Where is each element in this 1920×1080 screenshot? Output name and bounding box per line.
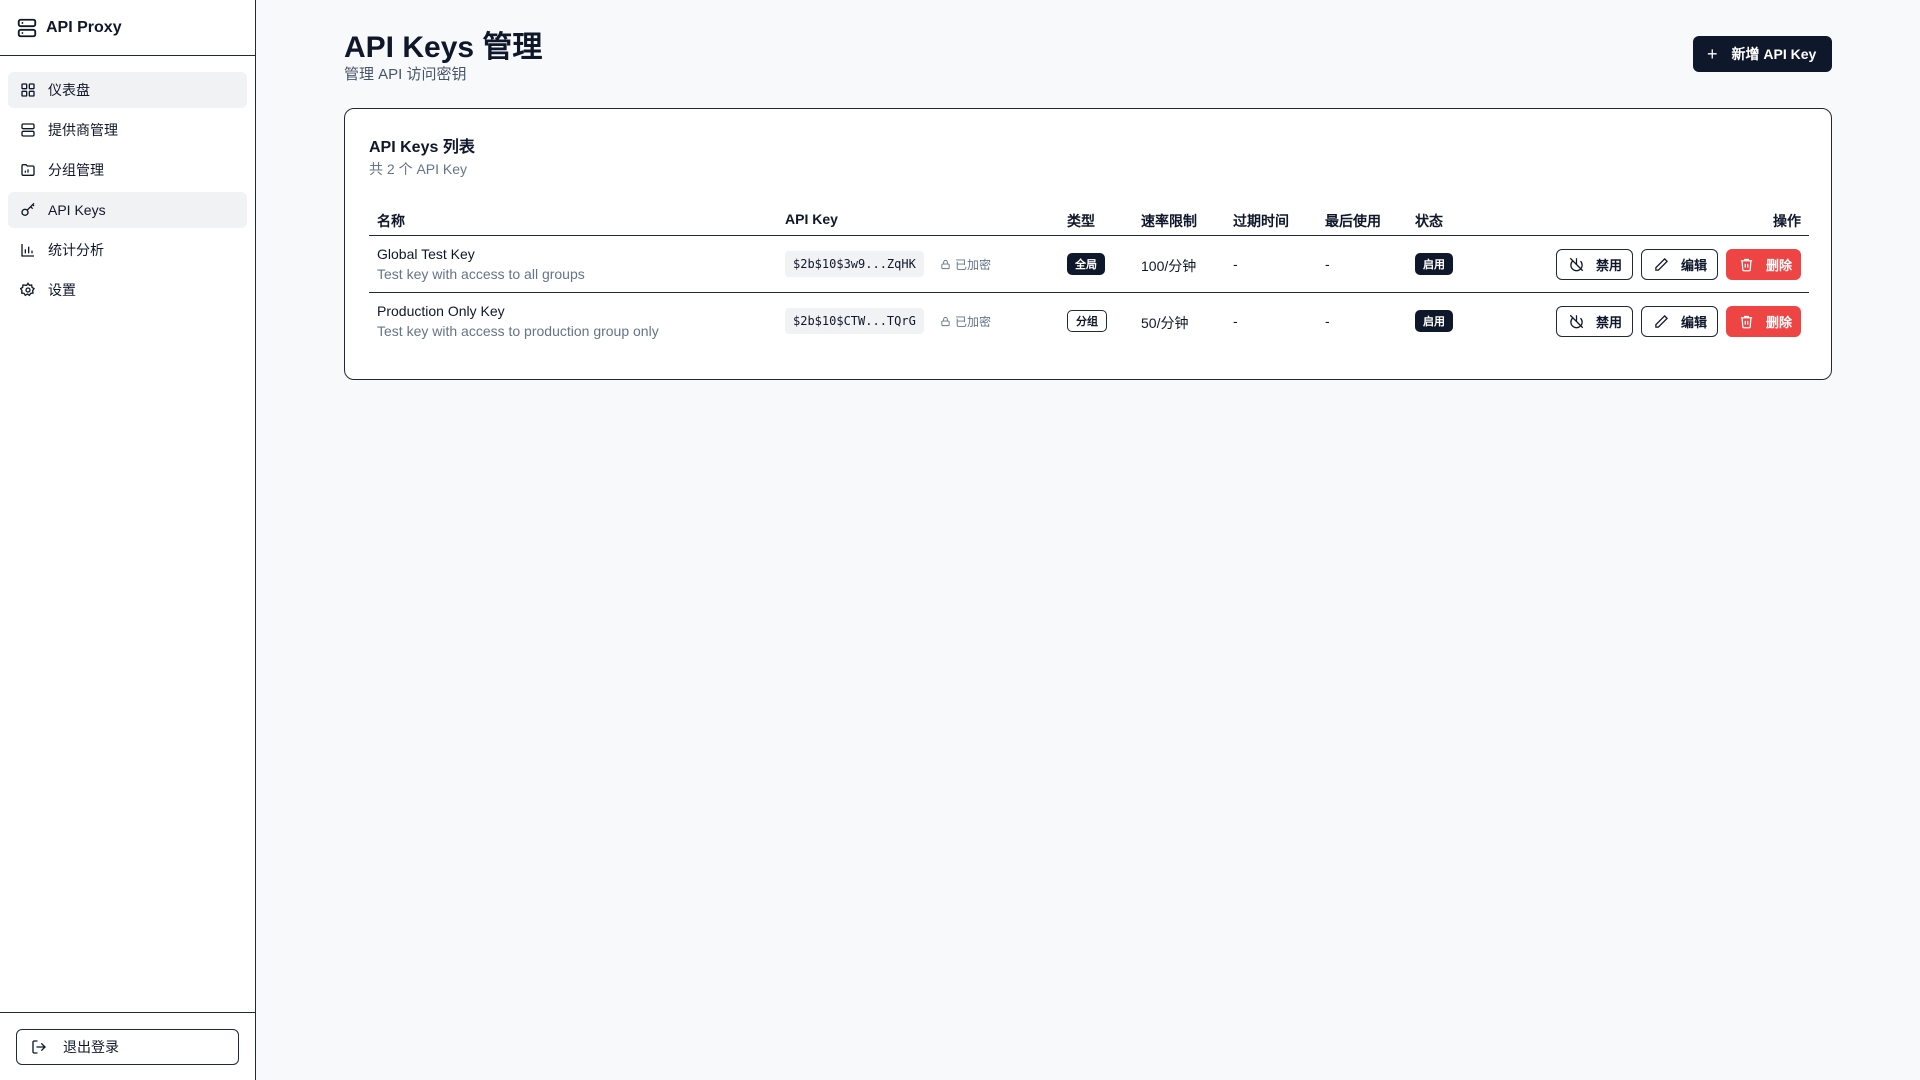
key-icon xyxy=(20,202,36,218)
sidebar-item-label: 统计分析 xyxy=(48,242,104,258)
add-api-key-button[interactable]: + 新增 API Key xyxy=(1693,36,1832,72)
rate-limit: 50/分钟 xyxy=(1141,315,1189,331)
sidebar: API Proxy 仪表盘 提供商管理 分组管理 API Keys 统计分析 设… xyxy=(0,0,256,1080)
brand[interactable]: API Proxy xyxy=(0,0,255,56)
brand-title: API Proxy xyxy=(46,18,122,36)
key-description: Test key with access to production group… xyxy=(377,323,659,339)
encrypted-text: 已加密 xyxy=(955,315,992,329)
disable-label: 禁用 xyxy=(1596,315,1623,330)
sidebar-footer: 退出登录 xyxy=(0,1012,255,1080)
card-title: API Keys 列表 xyxy=(369,139,475,156)
disable-button[interactable]: 禁用 xyxy=(1556,249,1633,280)
encrypted-label: 已加密 xyxy=(940,313,991,330)
column-header-key: API Key xyxy=(785,211,838,227)
encrypted-label: 已加密 xyxy=(940,256,991,273)
logout-button[interactable]: 退出登录 xyxy=(16,1029,239,1065)
encrypted-text: 已加密 xyxy=(955,258,992,272)
sidebar-item-label: API Keys xyxy=(48,202,106,218)
trash-icon xyxy=(1740,315,1753,329)
expires-at: - xyxy=(1233,313,1238,329)
sidebar-item-providers[interactable]: 提供商管理 xyxy=(8,112,247,148)
key-name: Production Only Key xyxy=(377,303,505,319)
type-badge: 全局 xyxy=(1067,253,1105,275)
logout-icon xyxy=(31,1039,47,1055)
sidebar-item-dashboard[interactable]: 仪表盘 xyxy=(8,72,247,108)
column-header-status: 状态 xyxy=(1415,213,1443,229)
column-header-expires: 过期时间 xyxy=(1233,213,1289,229)
page-subtitle: 管理 API 访问密钥 xyxy=(344,66,467,83)
edit-label: 编辑 xyxy=(1681,258,1708,273)
folder-icon xyxy=(20,162,36,178)
edit-button[interactable]: 编辑 xyxy=(1641,306,1718,337)
delete-button[interactable]: 删除 xyxy=(1726,249,1801,280)
sidebar-item-label: 设置 xyxy=(48,282,76,298)
pencil-icon xyxy=(1655,314,1669,328)
server-icon xyxy=(16,17,38,39)
sidebar-item-label: 分组管理 xyxy=(48,162,104,178)
type-badge: 分组 xyxy=(1067,310,1107,332)
api-keys-table: 名称 API Key 类型 速率限制 过期时间 最后使用 状态 操作 Globa… xyxy=(369,201,1809,350)
delete-label: 删除 xyxy=(1766,315,1793,330)
key-description: Test key with access to all groups xyxy=(377,266,585,282)
add-api-key-label: 新增 API Key xyxy=(1731,46,1817,62)
lock-icon xyxy=(941,316,950,327)
sidebar-item-api-keys[interactable]: API Keys xyxy=(8,192,247,228)
disable-button[interactable]: 禁用 xyxy=(1556,306,1633,337)
column-header-rate: 速率限制 xyxy=(1141,213,1197,229)
trash-icon xyxy=(1740,258,1753,272)
page-title: API Keys 管理 xyxy=(344,31,543,64)
power-off-icon xyxy=(1569,314,1584,329)
table-row: Global Test Key Test key with access to … xyxy=(369,236,1809,293)
dashboard-icon xyxy=(20,82,36,98)
last-used: - xyxy=(1325,313,1330,329)
card-count: 共 2 个 API Key xyxy=(369,161,468,177)
server-icon xyxy=(20,122,36,138)
api-keys-card: API Keys 列表 共 2 个 API Key 名称 API Key 类型 … xyxy=(344,108,1832,380)
sidebar-item-label: 提供商管理 xyxy=(48,122,118,138)
bar-chart-icon xyxy=(20,242,36,258)
rate-limit: 100/分钟 xyxy=(1141,258,1197,274)
lock-icon xyxy=(941,259,950,270)
api-key-value: $2b$10$CTW...TQrG xyxy=(785,308,924,334)
sidebar-item-stats[interactable]: 统计分析 xyxy=(8,232,247,268)
column-header-type: 类型 xyxy=(1067,213,1095,229)
sidebar-item-groups[interactable]: 分组管理 xyxy=(8,152,247,188)
plus-icon: + xyxy=(1707,44,1718,64)
delete-button[interactable]: 删除 xyxy=(1726,306,1801,337)
pencil-icon xyxy=(1655,257,1669,271)
status-badge: 启用 xyxy=(1415,310,1453,332)
sidebar-item-label: 仪表盘 xyxy=(48,82,90,98)
edit-button[interactable]: 编辑 xyxy=(1641,249,1718,280)
key-name: Global Test Key xyxy=(377,246,475,262)
expires-at: - xyxy=(1233,256,1238,272)
column-header-name: 名称 xyxy=(377,213,405,229)
delete-label: 删除 xyxy=(1766,258,1793,273)
sidebar-item-settings[interactable]: 设置 xyxy=(8,272,247,308)
column-header-actions: 操作 xyxy=(1773,213,1801,229)
table-header: 名称 API Key 类型 速率限制 过期时间 最后使用 状态 操作 xyxy=(369,201,1809,236)
table-row: Production Only Key Test key with access… xyxy=(369,293,1809,350)
disable-label: 禁用 xyxy=(1596,258,1623,273)
sidebar-nav: 仪表盘 提供商管理 分组管理 API Keys 统计分析 设置 xyxy=(0,56,255,308)
api-key-value: $2b$10$3w9...ZqHK xyxy=(785,251,924,277)
column-header-last-used: 最后使用 xyxy=(1325,213,1381,229)
logout-label: 退出登录 xyxy=(63,1039,119,1055)
edit-label: 编辑 xyxy=(1681,315,1708,330)
gear-icon xyxy=(20,282,36,298)
last-used: - xyxy=(1325,256,1330,272)
status-badge: 启用 xyxy=(1415,253,1453,275)
power-off-icon xyxy=(1569,257,1584,272)
